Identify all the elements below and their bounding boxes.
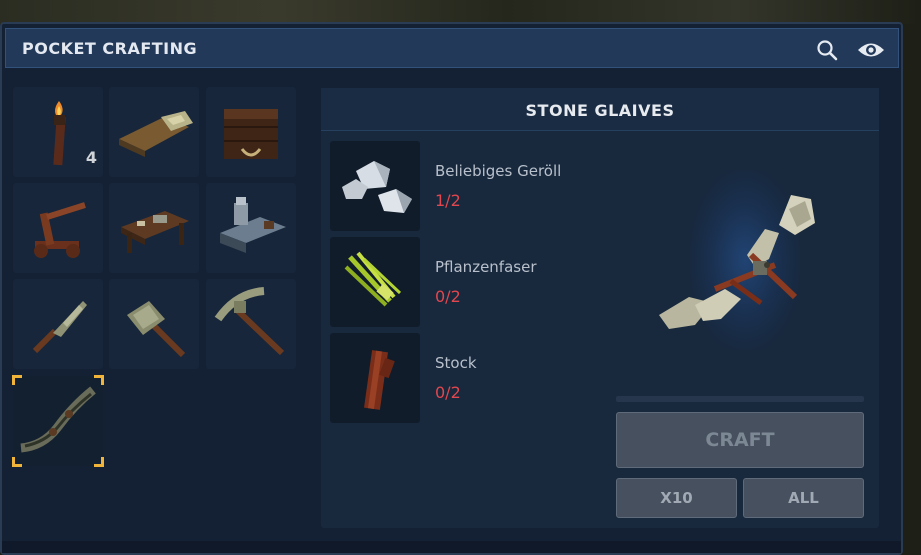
selection-corner xyxy=(94,375,104,385)
workbench-icon xyxy=(121,211,189,253)
plant-fiber-icon xyxy=(344,251,402,307)
chest-icon xyxy=(224,109,278,159)
game-background xyxy=(0,0,921,24)
anvil-station-icon xyxy=(220,197,286,253)
ingredient-icon xyxy=(330,237,420,327)
stone-glaives-icon xyxy=(20,386,96,453)
rock-icon xyxy=(342,161,412,213)
selection-corner xyxy=(94,457,104,467)
recipe-slot-torch[interactable]: 4 xyxy=(13,87,103,177)
selection-corner xyxy=(12,375,22,385)
recipe-title: STONE GLAIVES xyxy=(525,101,675,120)
titlebar: POCKET CRAFTING xyxy=(5,28,899,68)
bedroll-icon xyxy=(119,111,193,157)
recipe-slot-hammer[interactable] xyxy=(109,279,199,369)
recipe-slot-anvil-station[interactable] xyxy=(206,183,296,273)
search-icon[interactable] xyxy=(816,39,838,61)
craft-all-button[interactable]: ALL xyxy=(743,478,864,518)
recipe-slot-catapult[interactable] xyxy=(13,183,103,273)
recipe-slot-workbench[interactable] xyxy=(109,183,199,273)
stone-pickaxe-icon xyxy=(214,287,285,356)
ingredient-name: Pflanzenfaser xyxy=(435,258,537,276)
ingredient-icon xyxy=(330,333,420,423)
stone-glaives-preview-icon xyxy=(659,195,815,329)
window-title: POCKET CRAFTING xyxy=(22,39,198,58)
selection-corner xyxy=(12,457,22,467)
recipe-slot-knife[interactable] xyxy=(13,279,103,369)
slot-count: 4 xyxy=(85,148,97,167)
ingredient-count: 1/2 xyxy=(435,191,461,210)
catapult-icon xyxy=(34,202,86,258)
ingredient-count: 0/2 xyxy=(435,287,461,306)
detail-header: STONE GLAIVES xyxy=(321,88,879,131)
stone-hammer-icon xyxy=(127,301,186,358)
eye-icon[interactable] xyxy=(857,41,885,59)
ingredient-icon xyxy=(330,141,420,231)
ingredient-name: Stock xyxy=(435,354,477,372)
craft-progress-bar xyxy=(616,396,864,402)
ingredient-count: 0/2 xyxy=(435,383,461,402)
recipe-slot-pickaxe[interactable] xyxy=(206,279,296,369)
recipe-slot-chest[interactable] xyxy=(206,87,296,177)
craft-button[interactable]: CRAFT xyxy=(616,412,864,468)
craft-x10-button[interactable]: X10 xyxy=(616,478,737,518)
recipe-slot-stone-glaives[interactable] xyxy=(12,375,104,467)
ingredient-name: Beliebiges Geröll xyxy=(435,162,562,180)
recipe-slot-bedroll[interactable] xyxy=(109,87,199,177)
stick-icon xyxy=(364,350,395,410)
stone-knife-icon xyxy=(32,301,87,354)
